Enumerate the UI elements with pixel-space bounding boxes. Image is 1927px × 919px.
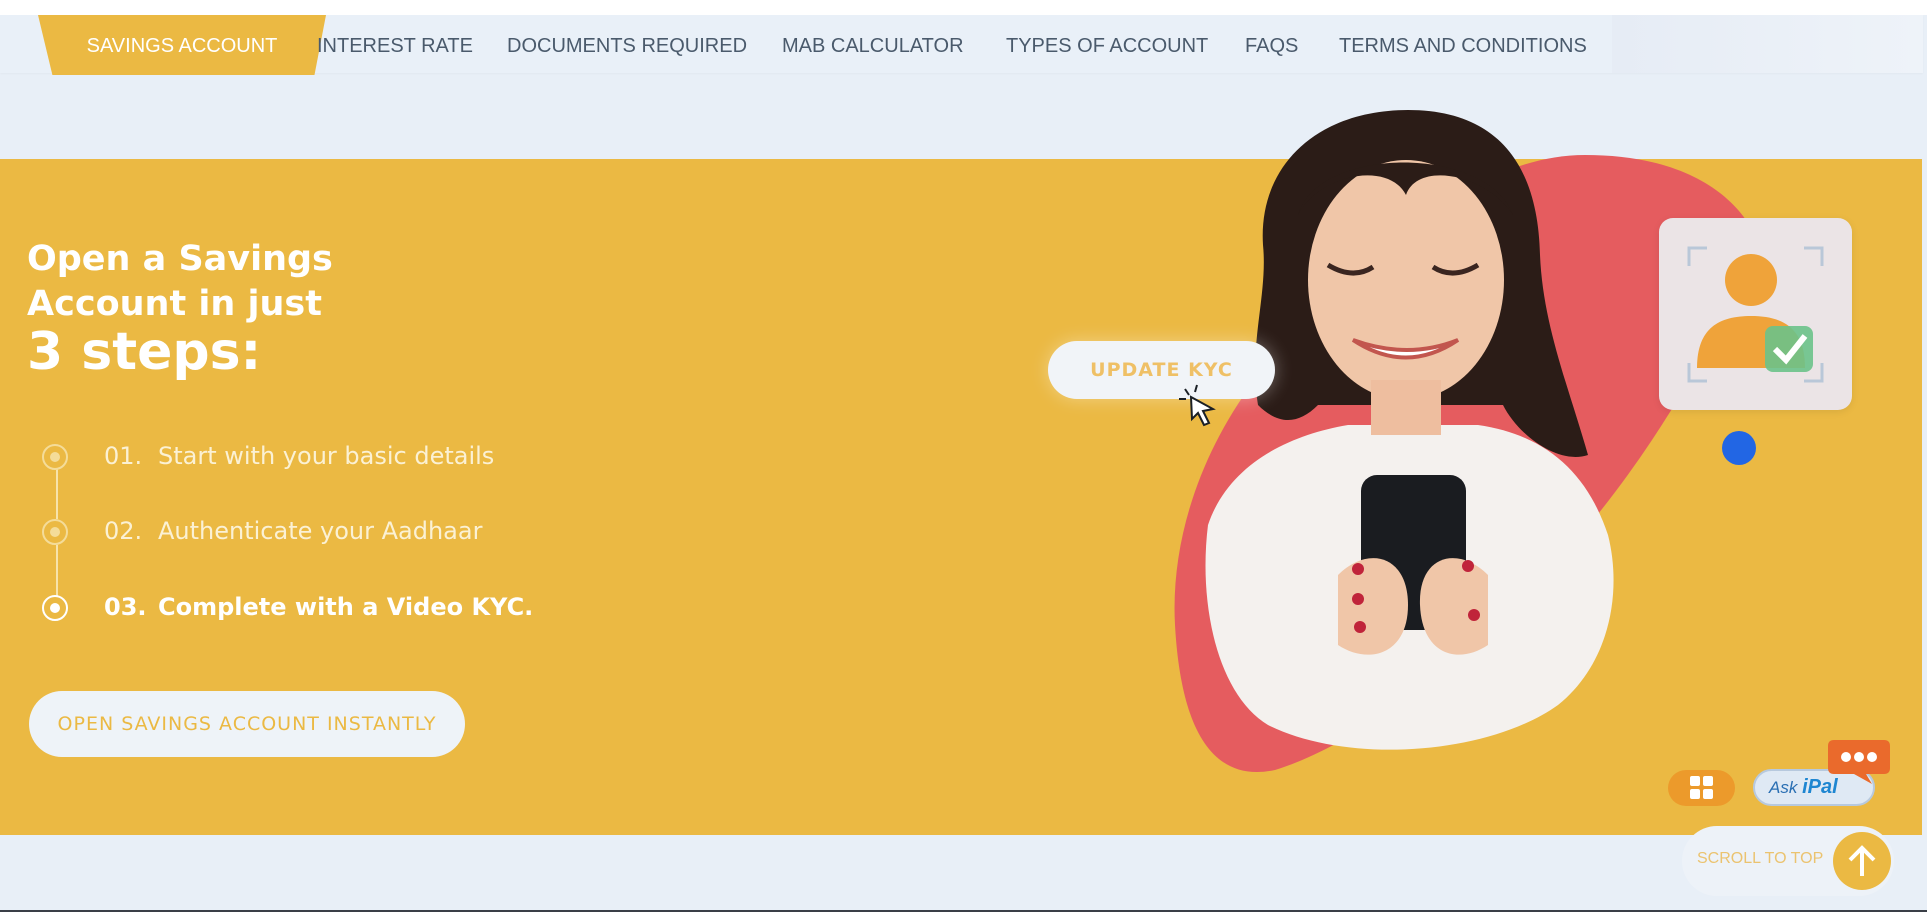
open-savings-account-button[interactable]: OPEN SAVINGS ACCOUNT INSTANTLY bbox=[29, 691, 465, 757]
tab-bar: SAVINGS ACCOUNT INTEREST RATE DOCUMENTS … bbox=[0, 15, 1923, 75]
step-2-marker-icon bbox=[42, 519, 68, 545]
step-3: 03. Complete with a Video KYC. bbox=[104, 593, 533, 621]
step-1: 01. Start with your basic details bbox=[104, 442, 494, 470]
apps-grid-icon bbox=[1690, 776, 1713, 799]
hero-heading-line-1: Open a Savings bbox=[27, 239, 333, 279]
pointer-cursor-icon bbox=[1179, 384, 1216, 427]
step-1-text: Start with your basic details bbox=[158, 442, 495, 470]
user-verified-icon bbox=[1687, 246, 1824, 383]
step-2-number: 02. bbox=[104, 517, 143, 545]
arrow-up-icon bbox=[1848, 845, 1876, 876]
tab-savings-account[interactable]: SAVINGS ACCOUNT bbox=[38, 15, 326, 75]
hero-heading-line-2: Account in just bbox=[27, 284, 322, 324]
tab-types-of-account[interactable]: TYPES OF ACCOUNT bbox=[1006, 15, 1208, 73]
step-3-marker-icon bbox=[42, 595, 68, 621]
timeline-connector bbox=[56, 469, 58, 519]
timeline-connector bbox=[56, 545, 58, 597]
chat-bubble-icon[interactable] bbox=[1826, 738, 1892, 786]
step-2: 02. Authenticate your Aadhaar bbox=[104, 517, 482, 545]
woman-with-phone-illustration bbox=[1205, 110, 1614, 750]
tab-interest-rate[interactable]: INTEREST RATE bbox=[317, 15, 473, 73]
tab-bar-end bbox=[1612, 15, 1923, 73]
scroll-to-top-button[interactable] bbox=[1833, 832, 1891, 890]
ask-label: Ask bbox=[1769, 778, 1798, 797]
apps-button[interactable] bbox=[1668, 770, 1735, 806]
profile-verification-card bbox=[1659, 218, 1852, 410]
tab-mab-calculator[interactable]: MAB CALCULATOR bbox=[782, 15, 964, 73]
step-3-number: 03. bbox=[104, 593, 147, 621]
hero-heading-line-3: 3 steps: bbox=[27, 322, 262, 382]
indicator-dot bbox=[1722, 431, 1756, 465]
tab-faqs[interactable]: FAQS bbox=[1245, 15, 1298, 73]
step-1-number: 01. bbox=[104, 442, 143, 470]
update-kyc-button[interactable]: UPDATE KYC bbox=[1048, 341, 1275, 399]
step-3-text: Complete with a Video KYC. bbox=[158, 593, 534, 621]
step-1-marker-icon bbox=[42, 444, 68, 470]
step-2-text: Authenticate your Aadhaar bbox=[158, 517, 483, 545]
tab-terms-and-conditions[interactable]: TERMS AND CONDITIONS bbox=[1339, 15, 1587, 73]
page-bottom bbox=[0, 912, 1927, 919]
scroll-to-top-label[interactable]: SCROLL TO TOP bbox=[1697, 850, 1823, 868]
top-strip bbox=[0, 0, 1927, 15]
tab-documents-required[interactable]: DOCUMENTS REQUIRED bbox=[507, 15, 747, 73]
